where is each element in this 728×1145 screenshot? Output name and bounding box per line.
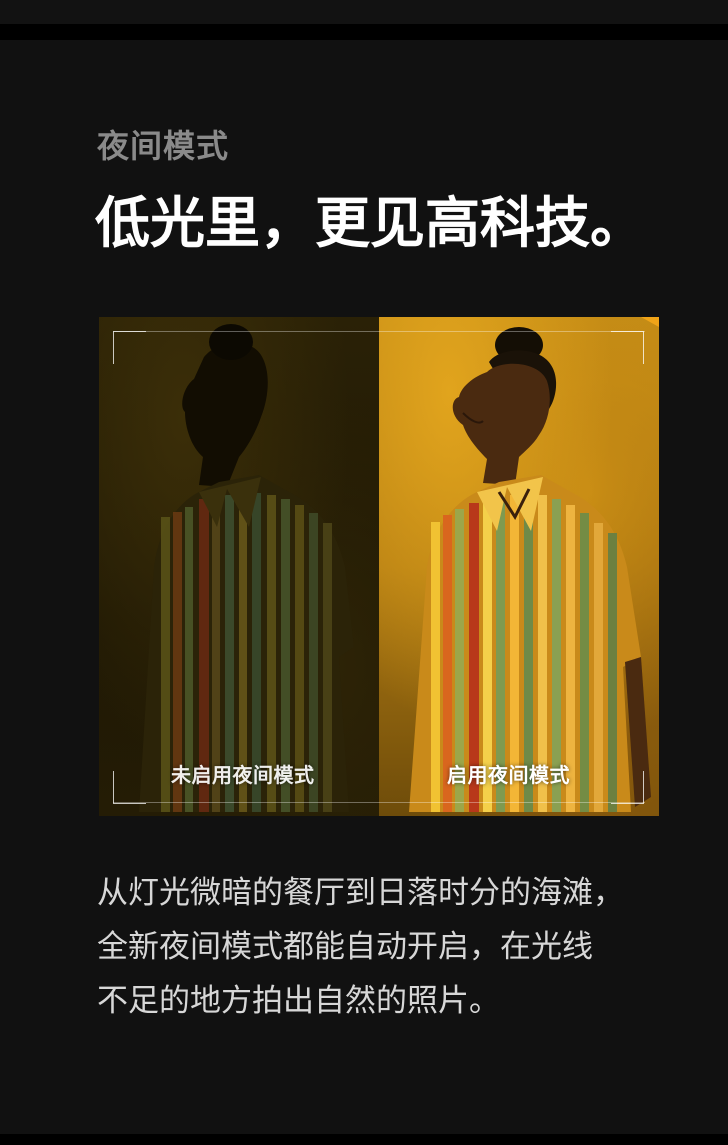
viewfinder-bottom-line <box>113 802 645 803</box>
person-silhouette-dark <box>139 324 354 812</box>
viewfinder-corner <box>113 331 146 364</box>
night-mode-comparison-image: 未启用夜间模式 启用夜间模式 <box>99 317 659 816</box>
corner-accent <box>641 317 659 327</box>
comparison-with-night-mode: 启用夜间模式 <box>379 317 659 816</box>
section-eyebrow: 夜间模式 <box>97 127 230 165</box>
caption-night-mode-off: 未启用夜间模式 <box>171 763 315 787</box>
viewfinder-corner <box>611 331 644 364</box>
viewfinder-top-line <box>113 331 645 332</box>
comparison-without-night-mode: 未启用夜间模式 <box>99 317 379 816</box>
body-line: 全新夜间模式都能自动开启，在光线 <box>97 929 593 965</box>
bottom-divider <box>0 1134 728 1145</box>
viewfinder-corner <box>611 771 644 804</box>
section-headline: 低光里，更见高科技。 <box>95 191 646 255</box>
section-body-text: 从灯光微暗的餐厅到日落时分的海滩， 全新夜间模式都能自动开启，在光线 不足的地方… <box>97 866 697 1028</box>
top-band <box>0 0 728 24</box>
person-bright <box>409 327 651 812</box>
caption-night-mode-on: 启用夜间模式 <box>447 763 570 787</box>
top-divider <box>0 24 728 40</box>
body-line: 不足的地方拍出自然的照片。 <box>97 983 500 1019</box>
viewfinder-corner <box>113 771 146 804</box>
body-line: 从灯光微暗的餐厅到日落时分的海滩， <box>97 875 624 911</box>
